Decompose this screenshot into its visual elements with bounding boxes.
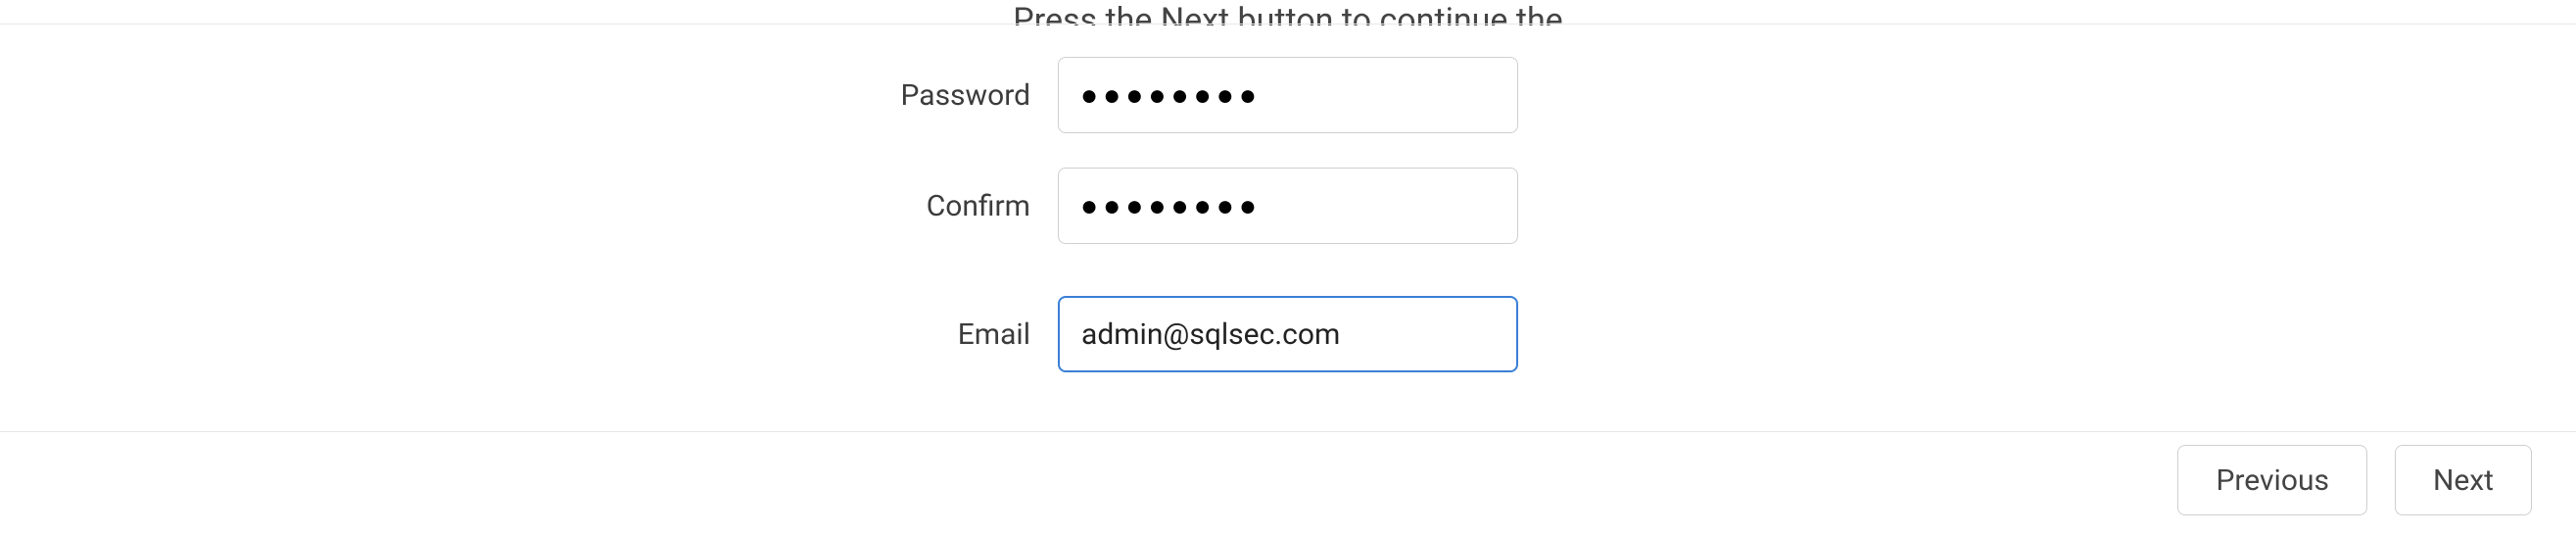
password-field[interactable]: ●●●●●●●● (1058, 57, 1518, 133)
email-field[interactable] (1058, 296, 1518, 372)
confirm-label: Confirm (521, 189, 1030, 223)
hint-text: Press the Next button to continue the (1013, 0, 1562, 25)
password-label: Password (521, 78, 1030, 113)
password-row: Password ●●●●●●●● (521, 57, 2055, 133)
confirm-row: Confirm ●●●●●●●● (521, 168, 2055, 244)
next-button[interactable]: Next (2395, 445, 2532, 515)
bottom-divider (0, 431, 2576, 432)
confirm-field[interactable]: ●●●●●●●● (1058, 168, 1518, 244)
form-area: Password ●●●●●●●● Confirm ●●●●●●●● Email (0, 57, 2576, 372)
email-row: Email (521, 296, 2055, 372)
email-label: Email (521, 317, 1030, 352)
previous-button[interactable]: Previous (2177, 445, 2367, 515)
button-bar: Previous Next (2177, 445, 2532, 515)
